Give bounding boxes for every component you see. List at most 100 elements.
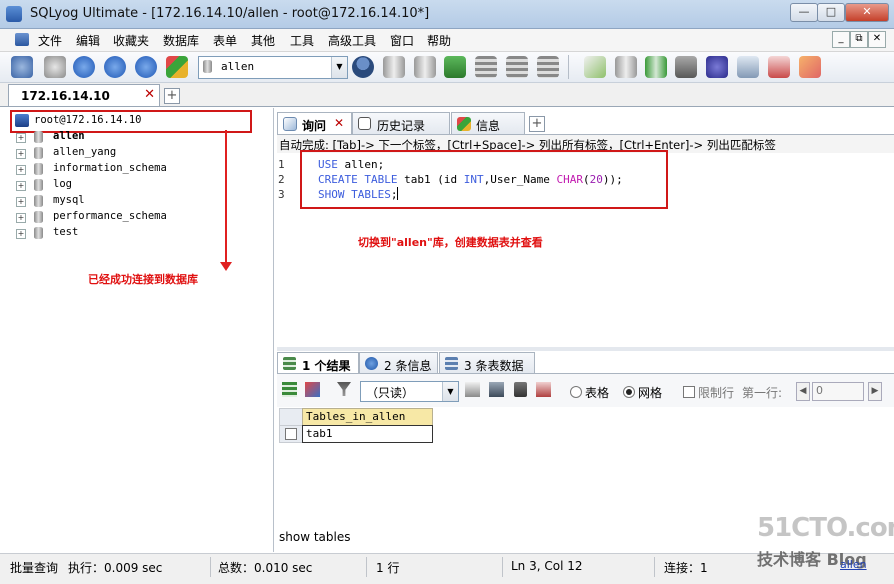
expand-icon[interactable]: + [16,213,26,223]
expand-icon[interactable]: + [16,197,26,207]
expand-icon[interactable]: + [16,149,26,159]
database-sync-icon[interactable] [615,56,637,78]
chevron-down-icon[interactable]: ▼ [331,57,347,78]
filter-icon[interactable] [337,382,351,396]
menu-edit[interactable]: 编辑 [76,32,100,49]
connection-root-node[interactable]: root@172.16.14.10 [10,110,252,133]
limit-rows-checkbox[interactable] [683,386,695,398]
watermark-user-link[interactable]: allen [840,558,867,571]
main-toolbar: allen ▼ [0,52,894,83]
first-row-value: 0 [816,384,823,397]
backup-database-icon[interactable] [383,56,405,78]
radio-grid-view[interactable] [623,386,635,398]
schema-sync-icon[interactable] [706,56,728,78]
radio-table-label: 表格 [585,386,610,400]
grid-corner[interactable] [279,408,303,426]
data-sync-icon[interactable] [645,56,667,78]
next-page-button[interactable]: ▶ [868,382,882,401]
code-highlight-box [300,150,668,209]
menu-favorites[interactable]: 收藏夹 [113,32,149,49]
table-data-icon[interactable] [475,56,497,78]
query-builder-icon[interactable] [799,56,821,78]
status-separator [210,557,211,577]
maximize-button[interactable]: □ [817,3,845,22]
tab-result[interactable]: 1 个结果 [277,352,359,374]
tab-result-label: 1 个结果 [302,359,351,373]
menu-window[interactable]: 窗口 [390,32,414,49]
expand-icon[interactable]: + [16,229,26,239]
export-icon[interactable] [282,382,297,397]
tab-query-label: 询问 [302,119,327,133]
delete-icon[interactable] [514,382,527,397]
editor-splitter[interactable] [277,347,894,351]
tab-messages[interactable]: 2 条信息 [359,352,438,374]
close-query-tab-icon[interactable]: ✕ [334,116,344,130]
report-icon[interactable] [768,56,790,78]
menu-database[interactable]: 数据库 [163,32,199,49]
menu-help[interactable]: 帮助 [427,32,451,49]
status-total-time: 总数：0.010 sec [218,561,313,575]
menu-other[interactable]: 其他 [251,32,275,49]
toolbar-separator [568,55,569,79]
mdi-restore-button[interactable]: ⧉ [850,31,868,48]
insert-row-icon[interactable] [465,382,480,397]
status-batch: 批量查询 [10,561,59,575]
menu-file[interactable]: 文件 [38,32,62,49]
expand-icon[interactable]: + [16,165,26,175]
query-profiler-icon[interactable] [737,56,759,78]
data-migration-icon[interactable] [675,56,697,78]
prev-page-button[interactable]: ◀ [796,382,810,401]
query-tab-icon [283,117,297,131]
readonly-mode-select[interactable]: （只读） ▼ [360,381,459,402]
table-icon [445,357,458,370]
chevron-down-icon[interactable]: ▼ [442,382,458,401]
grid-column-header[interactable]: Tables_in_allen [302,408,433,426]
table-diagnostics-icon[interactable] [537,56,559,78]
line-number: 2 [278,173,285,186]
mdi-close-button[interactable]: ✕ [868,31,886,48]
execute-query-icon[interactable] [73,56,95,78]
user-manager-icon[interactable] [352,56,374,78]
annotation-arrow [225,130,227,264]
close-tab-icon[interactable]: ✕ [144,87,155,102]
restore-database-icon[interactable] [414,56,436,78]
copy-icon[interactable] [305,382,320,397]
sql-scheduler-icon[interactable] [584,56,606,78]
cancel-changes-icon[interactable] [536,382,551,397]
arrow-head-icon [220,262,232,271]
import-icon[interactable] [444,56,466,78]
save-icon[interactable] [489,382,504,397]
row-select-checkbox[interactable] [285,428,297,440]
expand-icon[interactable]: + [16,133,26,143]
menu-table[interactable]: 表单 [213,32,237,49]
minimize-button[interactable]: — [790,3,818,22]
first-row-input[interactable]: 0 [812,382,864,401]
menu-advanced-tools[interactable]: 高级工具 [328,32,376,49]
new-connection-icon[interactable] [11,56,33,78]
execute-all-icon[interactable] [104,56,126,78]
tab-query[interactable]: 询问 ✕ [277,112,352,135]
tab-info[interactable]: 信息 [451,112,525,135]
refresh-icon[interactable] [135,56,157,78]
connection-tab[interactable]: 172.16.14.10 ✕ [8,84,160,107]
radio-table-view[interactable] [570,386,582,398]
database-select[interactable]: allen ▼ [198,56,348,79]
tab-history[interactable]: 历史记录 [352,112,450,135]
grid-row-header[interactable] [279,425,303,443]
schema-designer-icon[interactable] [166,56,188,78]
expand-icon[interactable]: + [16,181,26,191]
grid-cell[interactable]: tab1 [302,425,433,443]
table-schema-icon[interactable] [506,56,528,78]
new-query-tab-button[interactable]: + [529,116,545,132]
status-exec-time: 执行：0.009 sec [68,561,163,575]
line-number: 1 [278,158,285,171]
database-icon [203,60,212,73]
new-connection-tab-button[interactable]: + [164,88,180,104]
tree-db-name: log [53,178,72,190]
mdi-minimize-button[interactable]: _ [832,31,850,48]
text-caret [397,187,398,200]
new-query-icon[interactable] [44,56,66,78]
close-window-button[interactable]: ✕ [845,3,889,22]
tab-table-data[interactable]: 3 条表数据 [439,352,535,374]
menu-tools[interactable]: 工具 [290,32,314,49]
